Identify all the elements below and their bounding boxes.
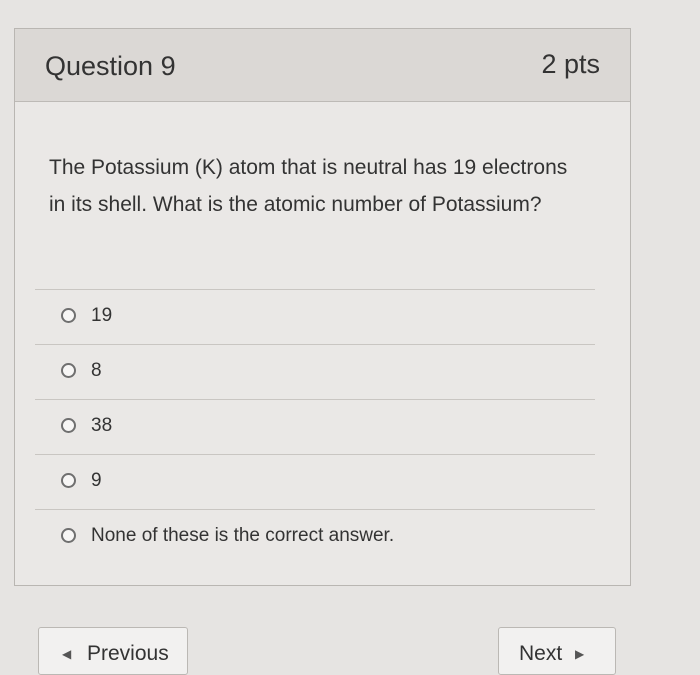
radio-button[interactable] [61,308,76,323]
answer-label[interactable]: 8 [91,360,102,382]
triangle-left-icon: ◀ [62,647,72,661]
answer-list: 19 8 38 9 None of these is the correct a… [35,289,595,564]
radio-button[interactable] [61,363,76,378]
radio-button[interactable] [61,473,76,488]
question-points: 2 pts [541,49,600,79]
answer-label[interactable]: 38 [91,415,112,437]
answer-label[interactable]: None of these is the correct answer. [91,525,394,547]
next-label: Next [519,642,563,665]
question-text: The Potassium (K) atom that is neutral h… [49,156,568,216]
radio-button[interactable] [61,528,76,543]
previous-button[interactable]: ◀ Previous [38,627,188,675]
answer-option[interactable]: 19 [35,289,595,344]
question-title: Question 9 [45,51,176,81]
answer-option[interactable]: None of these is the correct answer. [35,509,595,564]
answer-label[interactable]: 9 [91,470,102,492]
answer-option[interactable]: 8 [35,344,595,399]
answer-option[interactable]: 38 [35,399,595,454]
next-button[interactable]: Next ▶ [498,627,616,675]
previous-label: Previous [87,642,169,665]
question-header: Question 9 2 pts [15,29,630,102]
question-card: Question 9 2 pts The Potassium (K) atom … [14,28,631,586]
triangle-right-icon: ▶ [575,647,585,661]
answer-option[interactable]: 9 [35,454,595,509]
answer-label[interactable]: 19 [91,305,112,327]
radio-button[interactable] [61,418,76,433]
